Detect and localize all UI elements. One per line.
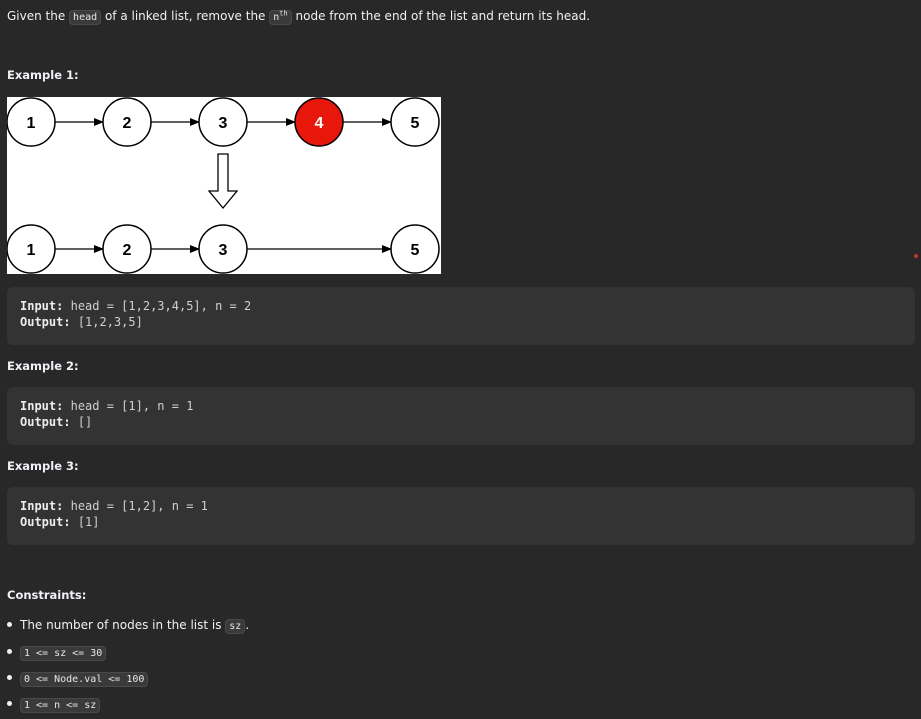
svg-text:1: 1 <box>27 242 36 259</box>
input-label: Input: <box>20 499 64 513</box>
example-2-heading: Example 2: <box>7 359 79 373</box>
bullet-icon <box>7 649 12 654</box>
inline-code-head: head <box>69 10 102 25</box>
list-node: 3 <box>198 224 248 274</box>
bullet-icon <box>7 622 12 627</box>
svg-text:4: 4 <box>315 115 324 132</box>
list-node: 5 <box>390 224 440 274</box>
svg-text:2: 2 <box>123 115 132 132</box>
input-label: Input: <box>20 399 64 413</box>
output-label: Output: <box>20 415 71 429</box>
example-1-figure: 1 2 3 4 5 1 2 3 5 <box>6 97 441 274</box>
output-value: [1,2,3,5] <box>77 315 143 329</box>
removed-list-node: 4 <box>294 97 344 147</box>
output-value: [] <box>77 415 93 429</box>
example-2-block: Input: head = [1], n = 1 Output: [] <box>7 387 915 445</box>
list-node: 2 <box>102 224 152 274</box>
description-text: node from the end of the list and return… <box>291 9 591 23</box>
inline-code-nth: nth <box>269 10 292 25</box>
input-value: head = [1,2], n = 1 <box>70 499 208 513</box>
inline-code: sz <box>225 619 246 634</box>
constraint-item: 1 <= n <= sz <box>7 697 101 713</box>
constraint-item: 0 <= Node.val <= 100 <box>7 671 149 687</box>
description-text: of a linked list, remove the <box>101 9 270 23</box>
svg-text:3: 3 <box>219 115 228 132</box>
input-value: head = [1], n = 1 <box>70 399 194 413</box>
svg-text:3: 3 <box>219 242 228 259</box>
example-1-block: Input: head = [1,2,3,4,5], n = 2 Output:… <box>7 287 915 345</box>
output-value: [1] <box>77 515 100 529</box>
list-node: 2 <box>102 97 152 147</box>
output-label: Output: <box>20 315 71 329</box>
constraint-item: 1 <= sz <= 30 <box>7 645 107 661</box>
example-1-heading: Example 1: <box>7 68 79 82</box>
svg-text:5: 5 <box>411 242 420 259</box>
inline-code: 1 <= n <= sz <box>20 698 101 713</box>
bullet-icon <box>7 675 12 680</box>
example-3-block: Input: head = [1,2], n = 1 Output: [1] <box>7 487 915 545</box>
list-node: 3 <box>198 97 248 147</box>
svg-text:1: 1 <box>27 115 36 132</box>
list-node: 1 <box>6 97 56 147</box>
linked-list-diagram: 1 2 3 4 5 1 2 3 5 <box>6 97 440 274</box>
input-label: Input: <box>20 299 64 313</box>
input-value: head = [1,2,3,4,5], n = 2 <box>70 299 252 313</box>
problem-description: Given the head of a linked list, remove … <box>7 9 591 25</box>
constraints-heading: Constraints: <box>7 588 87 602</box>
description-text: Given the <box>7 9 70 23</box>
svg-text:2: 2 <box>123 242 132 259</box>
list-node: 1 <box>6 224 56 274</box>
output-label: Output: <box>20 515 71 529</box>
inline-code: 1 <= sz <= 30 <box>20 646 107 661</box>
down-arrow-icon <box>207 153 239 210</box>
list-node: 5 <box>390 97 440 147</box>
example-3-heading: Example 3: <box>7 459 79 473</box>
indicator-dot <box>914 254 918 258</box>
bullet-icon <box>7 701 12 706</box>
inline-code: 0 <= Node.val <= 100 <box>20 672 149 687</box>
svg-text:5: 5 <box>411 115 420 132</box>
constraint-item: The number of nodes in the list is sz. <box>7 618 249 634</box>
